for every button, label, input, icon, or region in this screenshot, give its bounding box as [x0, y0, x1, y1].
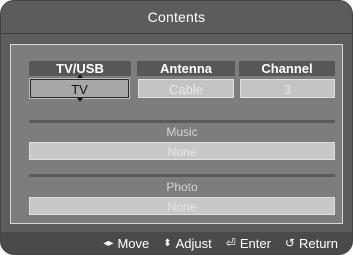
move-hint-label: Move: [117, 235, 150, 251]
return-icon: ↺: [284, 236, 295, 250]
enter-icon: ⏎: [225, 236, 236, 250]
section-divider: [29, 174, 335, 177]
antenna-selector[interactable]: Cable: [138, 79, 234, 98]
down-arrow-icon: [77, 98, 83, 102]
return-hint: ↺ Return: [285, 236, 338, 251]
enter-hint: ⏎ Enter: [226, 236, 271, 251]
music-section-label: Music: [166, 125, 198, 139]
adjust-hint-label: Adjust: [175, 235, 212, 251]
photo-section-label: Photo: [166, 180, 198, 194]
column-header-channel: Channel: [239, 61, 335, 76]
tv-usb-selector[interactable]: TV: [29, 78, 130, 99]
tv-menu-screen: Contents TV/USB Antenna Channel TV Cable…: [0, 0, 353, 255]
section-divider: [29, 120, 335, 123]
photo-field[interactable]: None: [29, 197, 335, 215]
menu-title: Contents: [147, 9, 206, 25]
enter-hint-label: Enter: [239, 235, 271, 251]
menu-title-bar: Contents: [1, 1, 352, 34]
column-header-antenna: Antenna: [137, 61, 235, 76]
return-hint-label: Return: [298, 235, 338, 251]
channel-selector[interactable]: 3: [240, 79, 335, 98]
move-hint: ◂▸ Move: [103, 236, 149, 251]
up-down-arrows-icon: ⬍: [163, 237, 172, 249]
footer-hint-bar: ◂▸ Move ⬍ Adjust ⏎ Enter ↺ Return: [1, 232, 352, 254]
up-arrow-icon: [77, 74, 83, 78]
music-field[interactable]: None: [29, 142, 335, 160]
adjust-hint: ⬍ Adjust: [163, 236, 212, 251]
left-right-arrows-icon: ◂▸: [103, 237, 114, 249]
